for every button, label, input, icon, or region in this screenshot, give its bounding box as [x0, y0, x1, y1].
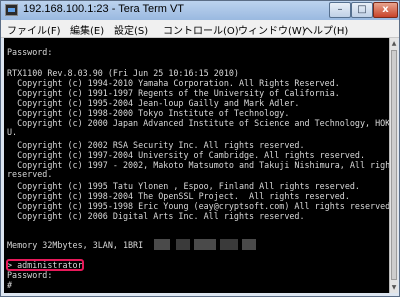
terminal-line: U. — [7, 127, 18, 137]
terminal-line: Copyright (c) 2006 Digital Arts Inc. All… — [7, 211, 305, 221]
menu-control[interactable]: コントロール(O) — [163, 22, 239, 37]
terminal-line: Password: — [7, 270, 53, 280]
menu-bar: ファイル(F) 編集(E) 設定(S) コントロール(O) ウィンドウ(W) ヘ… — [1, 20, 399, 38]
minimize-button[interactable]: – — [329, 2, 351, 18]
vertical-scrollbar[interactable]: ▲ ▼ — [389, 38, 398, 293]
scrollbar-thumb[interactable] — [391, 50, 397, 280]
terminal-line: Copyright (c) 1997 - 2002, Makoto Matsum… — [7, 160, 389, 170]
menu-settings[interactable]: 設定(S) — [114, 22, 148, 37]
terminal-app-icon[interactable] — [5, 4, 18, 16]
maximize-button[interactable]: □ — [351, 2, 373, 18]
terminal-line: reserved. — [7, 169, 53, 179]
highlight-box — [6, 259, 84, 271]
close-button[interactable]: x — [373, 2, 398, 18]
redaction-block — [176, 239, 190, 250]
menu-file[interactable]: ファイル(F) — [7, 22, 61, 37]
terminal-line: Password: — [7, 47, 53, 57]
terminal-line: Copyright (c) 2000 Japan Advanced Instit… — [7, 118, 389, 128]
menu-window[interactable]: ウィンドウ(W) — [238, 22, 306, 37]
terminal-line: # — [7, 280, 13, 290]
menu-edit[interactable]: 編集(E) — [70, 22, 104, 37]
terminal-line: Copyright (c) 2002 RSA Security Inc. All… — [7, 140, 305, 150]
terminal-line: Copyright (c) 1997-2004 University of Ca… — [7, 150, 365, 160]
terminal-line: Copyright (c) 1994-2010 Yamaha Corporati… — [7, 78, 340, 88]
terminal-line: Copyright (c) 1995-2004 Jean-loup Gailly… — [7, 98, 300, 108]
scroll-up-arrow-icon[interactable]: ▲ — [390, 39, 398, 48]
redaction-block — [194, 239, 216, 250]
terminal-line: RTX1100 Rev.8.03.90 (Fri Jun 25 10:16:15… — [7, 68, 239, 78]
terminal-screen[interactable]: Password: RTX1100 Rev.8.03.90 (Fri Jun 2… — [4, 38, 389, 293]
scroll-down-arrow-icon[interactable]: ▼ — [390, 283, 398, 292]
tera-term-window: 192.168.100.1:23 - Tera Term VT – □ x ファ… — [0, 0, 400, 297]
redaction-block — [220, 239, 238, 250]
terminal-line: Copyright (c) 1995 Tatu Ylonen , Espoo, … — [7, 181, 360, 191]
window-title: 192.168.100.1:23 - Tera Term VT — [23, 3, 185, 15]
terminal-line: Copyright (c) 1995-1998 Eric Young (eay@… — [7, 201, 389, 211]
terminal-line: Copyright (c) 1991-1997 Regents of the U… — [7, 88, 340, 98]
terminal-line: Copyright (c) 1998-2000 Tokyo Institute … — [7, 108, 290, 118]
title-bar[interactable]: 192.168.100.1:23 - Tera Term VT – □ x — [1, 1, 399, 20]
terminal-line: Memory 32Mbytes, 3LAN, 1BRI — [7, 240, 144, 250]
redaction-block — [242, 239, 256, 250]
terminal-line: Copyright (c) 1998-2004 The OpenSSL Proj… — [7, 191, 350, 201]
menu-help[interactable]: ヘルプ(H) — [303, 22, 348, 37]
redaction-block — [154, 239, 170, 250]
